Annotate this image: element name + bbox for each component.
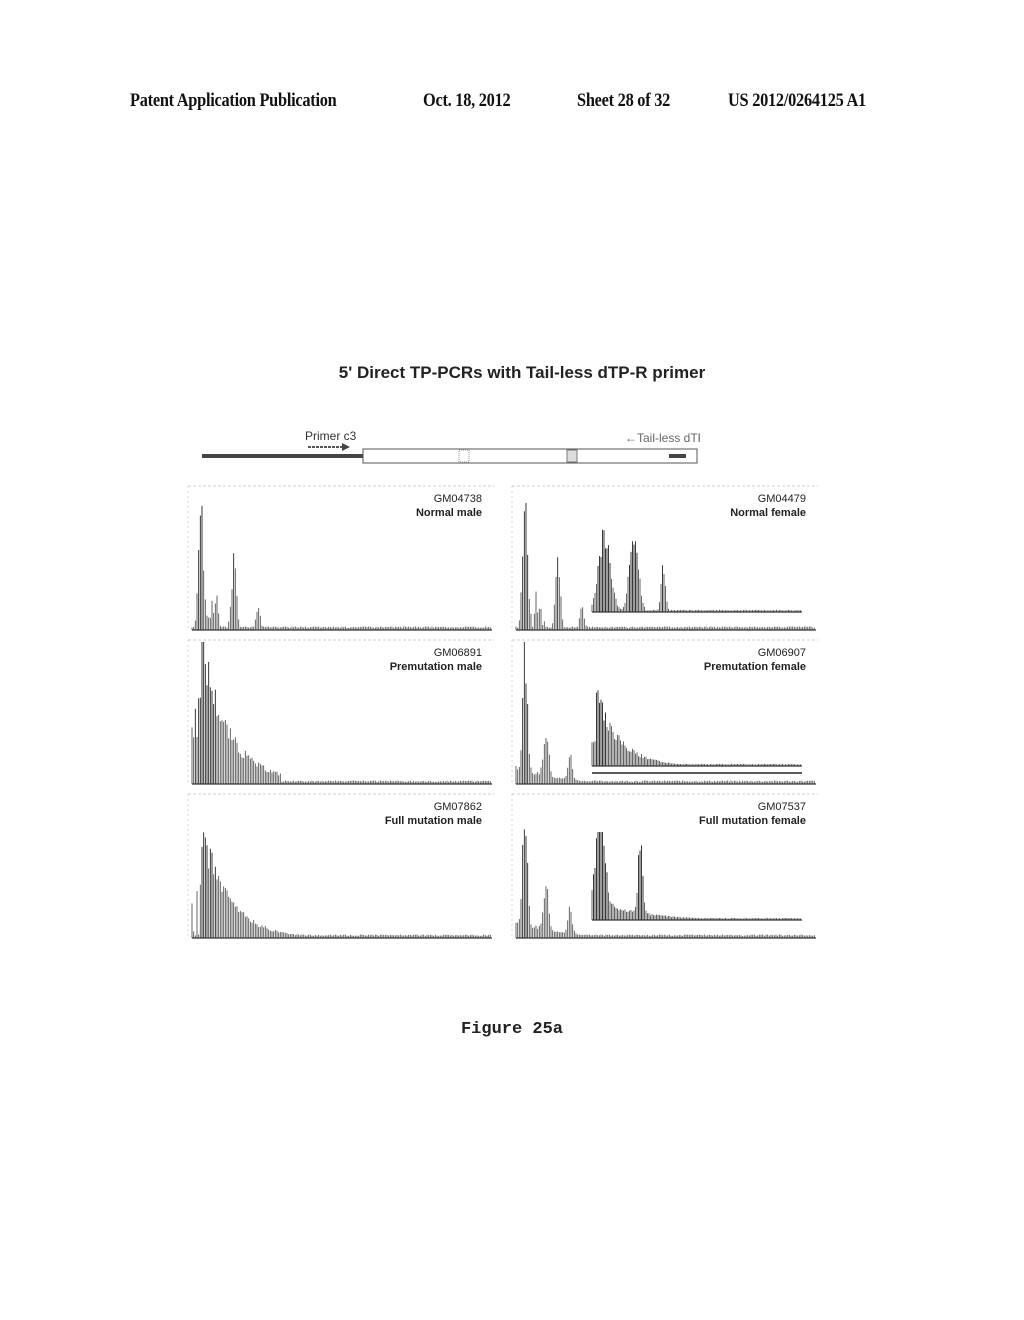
- sample-description: Full mutation female: [699, 815, 806, 827]
- forward-primer-arrowhead: [342, 443, 350, 451]
- sample-id: GM07862: [433, 801, 482, 813]
- patent-number: US 2012/0264125 A1: [728, 90, 866, 111]
- reverse-primer-label: ←Tail-less dTP-R: [625, 431, 700, 445]
- sample-id: GM04738: [433, 493, 482, 505]
- main-trace: [191, 505, 492, 631]
- electropherogram-panel: GM04479 Normal female: [510, 484, 820, 632]
- electropherogram-panel: GM06891 Premutation male: [186, 638, 496, 786]
- inset-background: [590, 520, 810, 615]
- sample-id: GM06907: [757, 647, 806, 659]
- sample-description: Normal male: [415, 507, 482, 519]
- agg-interruption-1: [458, 449, 470, 463]
- main-trace: [191, 832, 492, 939]
- electropherogram-panel: GM04738 Normal male: [186, 484, 496, 632]
- figure-title: 5' Direct TP-PCRs with Tail-less dTP-R p…: [338, 363, 706, 382]
- sample-description: Premutation male: [389, 661, 482, 673]
- sample-id: GM04479: [757, 493, 806, 505]
- sample-description: Premutation female: [703, 661, 806, 673]
- inset-background: [590, 674, 810, 769]
- gene-diagram: Primer c3 ←Tail-less dTP-R: [202, 429, 700, 464]
- sample-id: GM07537: [757, 801, 806, 813]
- sample-id: GM06891: [433, 647, 482, 659]
- agg-interruption-2: [566, 449, 578, 463]
- repeat-region-box: [362, 448, 698, 464]
- sample-description: Full mutation male: [384, 815, 482, 827]
- forward-primer-label: Primer c3: [305, 429, 357, 443]
- publication-date: Oct. 18, 2012: [423, 90, 511, 111]
- publication-label: Patent Application Publication: [130, 90, 337, 111]
- electropherogram-panel: GM07862 Full mutation male: [186, 792, 496, 940]
- electropherogram-panel: GM06907 Premutation female: [510, 638, 820, 786]
- inset-background: [590, 828, 810, 923]
- electropherogram-panel: GM07537 Full mutation female: [510, 792, 820, 940]
- figure-caption: Figure 25a: [460, 1020, 564, 1039]
- sample-description: Normal female: [730, 507, 806, 519]
- sheet-number: Sheet 28 of 32: [577, 90, 671, 111]
